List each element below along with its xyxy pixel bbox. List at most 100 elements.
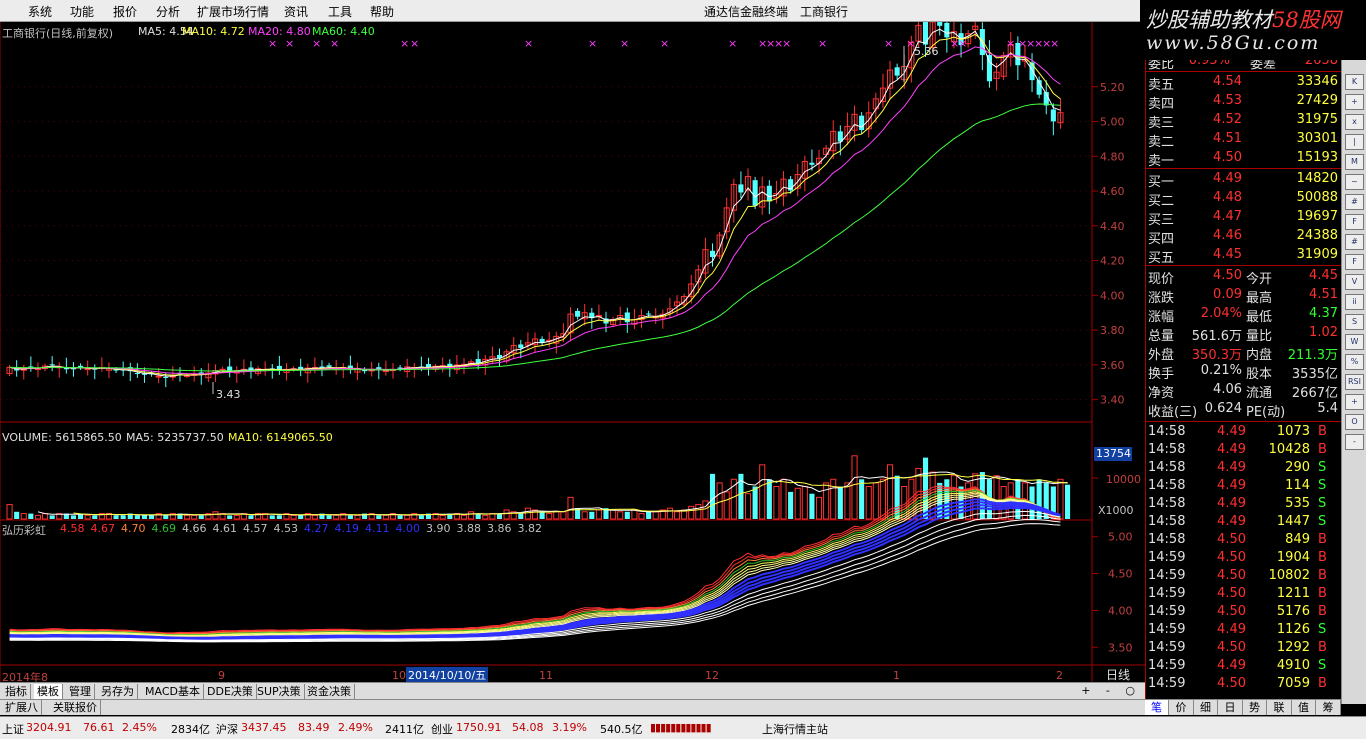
candle-body-down xyxy=(163,377,169,379)
stat-row: 现价 4.50 今开 4.45 xyxy=(1146,267,1342,287)
tick-time: 14:58 xyxy=(1148,514,1186,529)
menu-analysis[interactable]: 分析 xyxy=(156,3,180,20)
right-tab-5[interactable]: 联 xyxy=(1268,700,1292,715)
volume-bar-up xyxy=(844,482,851,520)
stat-label: 现价 xyxy=(1148,272,1175,287)
tick-row: 14:59 4.50 1904 B xyxy=(1146,549,1342,568)
tick-volume: 1073 xyxy=(1276,424,1310,439)
volume-bar-up xyxy=(865,486,872,520)
volume-bar-down xyxy=(347,515,353,519)
ext-tab-0[interactable]: 扩展八 xyxy=(2,700,42,715)
toolbar-icon[interactable]: | xyxy=(1345,134,1364,150)
tab-1[interactable]: 模板 xyxy=(34,684,63,699)
zoom-controls[interactable]: + - ○ xyxy=(1081,684,1141,697)
right-tab-1[interactable]: 价 xyxy=(1170,700,1194,715)
menu-help[interactable]: 帮助 xyxy=(370,3,394,20)
tab-3[interactable]: 另存为 xyxy=(98,684,138,699)
candle-body-down xyxy=(624,312,630,323)
price-axis-label: 3.60 xyxy=(1100,359,1125,372)
volume-axis-mid: 10000 xyxy=(1106,473,1141,486)
volume-bar-down xyxy=(326,515,332,519)
toolbar-icon[interactable]: # xyxy=(1345,234,1364,250)
menu-quote[interactable]: 报价 xyxy=(113,3,137,20)
ma5-line xyxy=(9,28,1061,377)
right-tab-4[interactable]: 势 xyxy=(1243,700,1267,715)
toolbar-icon[interactable]: - xyxy=(1345,434,1364,450)
volume-bar-down xyxy=(92,515,98,519)
tick-time: 14:59 xyxy=(1148,676,1186,691)
tab-5[interactable]: DDE决策 xyxy=(204,684,257,699)
volume-bar-up xyxy=(702,500,709,520)
sell-price: 4.53 xyxy=(1213,93,1242,108)
tab-2[interactable]: 管理 xyxy=(66,684,95,699)
right-tab-6[interactable]: 值 xyxy=(1292,700,1316,715)
toolbar-icon[interactable]: ii xyxy=(1345,294,1364,310)
stat-row: 总量 561.6万 量比 1.02 xyxy=(1146,324,1342,344)
tab-7[interactable]: 资金决策 xyxy=(304,684,355,699)
tab-4[interactable]: MACD基本 xyxy=(142,684,204,699)
toolbar-icon[interactable]: # xyxy=(1345,194,1364,210)
tick-time: 14:59 xyxy=(1148,568,1186,583)
app-title: 通达信金融终端 xyxy=(704,5,789,19)
kline-chart-svg[interactable]: 5.20 5.00 4.80 4.60 4.40 4.20 4.00 3.80 3.60 3.40… xyxy=(0,22,1145,682)
volume-bar-up xyxy=(184,514,191,520)
date-label-oct: 10 xyxy=(392,669,406,682)
indicator-value: 4.66 xyxy=(182,522,207,535)
price-axis-label: 4.00 xyxy=(1100,289,1125,302)
volume-bar-up xyxy=(84,514,91,520)
right-tab-3[interactable]: 日 xyxy=(1219,700,1243,715)
toolbar-icon[interactable]: S xyxy=(1345,314,1364,330)
candle-body-down xyxy=(859,115,865,131)
right-tab-2[interactable]: 细 xyxy=(1194,700,1218,715)
tick-row: 14:58 4.49 1447 S xyxy=(1146,513,1342,532)
indicator-value: 3.82 xyxy=(517,522,543,535)
tick-side: S xyxy=(1318,460,1327,475)
period-label[interactable]: 日线 xyxy=(1106,666,1130,683)
toolbar-icon[interactable]: F xyxy=(1345,254,1364,270)
cy-index-value: 1750.91 xyxy=(456,721,502,734)
toolbar-icon[interactable]: V xyxy=(1345,274,1364,290)
toolbar-icon[interactable]: F xyxy=(1345,214,1364,230)
menu-tools[interactable]: 工具 xyxy=(328,3,352,20)
toolbar-icon[interactable]: K xyxy=(1345,74,1364,90)
indicator-axis-label: 5.00 xyxy=(1108,531,1133,544)
tab-0[interactable]: 指标 xyxy=(2,684,31,699)
menu-function[interactable]: 功能 xyxy=(70,3,94,20)
toolbar-icon[interactable]: M xyxy=(1345,154,1364,170)
toolbar-icon[interactable]: W xyxy=(1345,334,1364,350)
volume-bar-down xyxy=(837,486,843,519)
extended-tabs: 扩展八 关联报价 xyxy=(0,699,1145,715)
tick-volume: 290 xyxy=(1285,460,1310,475)
candle-body-down xyxy=(646,313,652,315)
ext-tab-1[interactable]: 关联报价 xyxy=(50,700,101,715)
price-axis-label: 5.00 xyxy=(1100,116,1125,129)
toolbar-icon[interactable]: + xyxy=(1345,394,1364,410)
sell-row: 卖三 4.52 31975 xyxy=(1146,111,1342,131)
signal-marker: × xyxy=(1050,37,1059,50)
buy-row: 买二 4.48 50088 xyxy=(1146,189,1342,209)
tick-volume: 10802 xyxy=(1268,568,1310,583)
date-cursor: 2014/10/10/五 xyxy=(406,667,489,683)
toolbar-icon[interactable]: RSI xyxy=(1345,374,1364,390)
sell-label: 卖一 xyxy=(1148,154,1175,169)
menu-system[interactable]: 系统 xyxy=(28,3,52,20)
volume-bar-up xyxy=(333,514,340,520)
toolbar-icon[interactable]: ~ xyxy=(1345,174,1364,190)
indicator-value: 4.19 xyxy=(334,522,360,535)
tick-row: 14:59 4.50 10802 B xyxy=(1146,567,1342,586)
watermark-text-a: 炒股辅助教材 xyxy=(1146,8,1272,32)
toolbar-icon[interactable]: O xyxy=(1345,414,1364,430)
chart-area[interactable]: 5.20 5.00 4.80 4.60 4.40 4.20 4.00 3.80 3.60 3.40… xyxy=(0,22,1145,684)
right-tab-0[interactable]: 笔 xyxy=(1145,700,1169,715)
toolbar-icon[interactable]: + xyxy=(1345,94,1364,110)
toolbar-icon[interactable]: x xyxy=(1345,114,1364,130)
menu-info[interactable]: 资讯 xyxy=(284,3,308,20)
tick-side: B xyxy=(1318,586,1327,601)
watermark-url: www.58Gu.com xyxy=(1146,32,1321,54)
tab-6[interactable]: SUP决策 xyxy=(254,684,305,699)
menu-extended-market[interactable]: 扩展市场行情 xyxy=(197,3,269,20)
right-tab-7[interactable]: 筹 xyxy=(1317,700,1341,715)
ma20-line xyxy=(9,46,1061,375)
sell-price: 4.51 xyxy=(1213,131,1242,146)
toolbar-icon[interactable]: % xyxy=(1345,354,1364,370)
